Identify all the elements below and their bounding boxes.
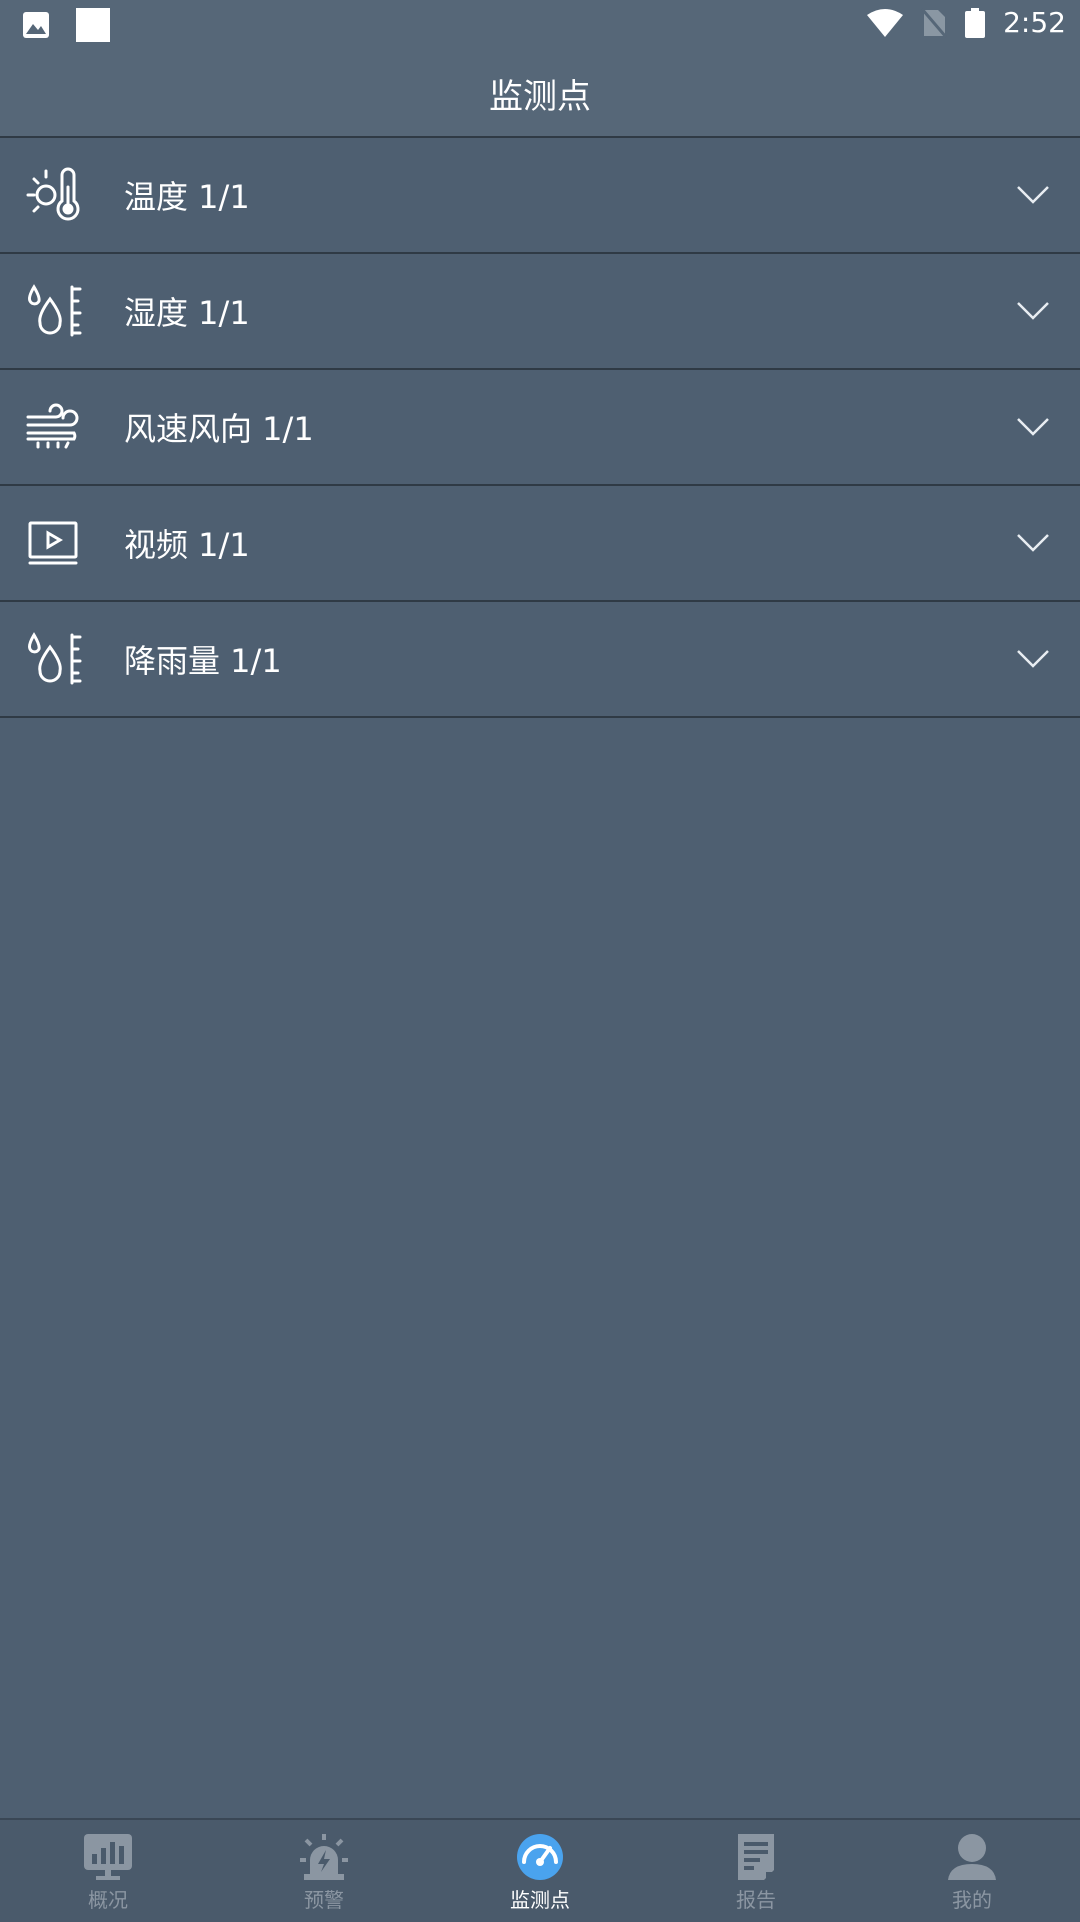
- humidity-icon: [28, 284, 82, 337]
- list-item-label: 温度 1/1: [124, 178, 250, 216]
- chevron-down-icon[interactable]: [1016, 533, 1050, 553]
- chevron-down-icon[interactable]: [1016, 301, 1050, 321]
- tab-label: 监测点: [510, 1888, 570, 1912]
- list-item-humidity[interactable]: 湿度 1/1: [0, 254, 1080, 370]
- page-title: 监测点: [489, 76, 591, 117]
- gauge-icon: [517, 1834, 563, 1880]
- square-notification-icon: [76, 8, 110, 42]
- wifi-icon: [867, 8, 904, 37]
- list-item-label: 风速风向 1/1: [124, 410, 314, 448]
- user-icon: [948, 1834, 996, 1880]
- list-item-label: 降雨量 1/1: [124, 642, 282, 680]
- tab-mine[interactable]: 我的: [864, 1820, 1080, 1922]
- list-item-label: 视频 1/1: [124, 526, 250, 564]
- bottom-nav: 概况 预警 监测点 报告 我的: [0, 1818, 1080, 1922]
- chevron-down-icon[interactable]: [1016, 649, 1050, 669]
- chevron-down-icon[interactable]: [1016, 185, 1050, 205]
- tab-label: 概况: [88, 1888, 128, 1912]
- list-item-rainfall[interactable]: 降雨量 1/1: [0, 602, 1080, 718]
- list-item-label: 湿度 1/1: [124, 294, 250, 332]
- thermometer-sun-icon: [26, 167, 80, 221]
- tab-monitor-points[interactable]: 监测点: [432, 1820, 648, 1922]
- chevron-down-icon[interactable]: [1016, 417, 1050, 437]
- overview-chart-icon: [84, 1834, 132, 1880]
- tab-report[interactable]: 报告: [648, 1820, 864, 1922]
- list-item-wind[interactable]: 风速风向 1/1: [0, 370, 1080, 486]
- image-icon: [23, 12, 49, 38]
- report-icon: [738, 1834, 774, 1880]
- list-item-video[interactable]: 视频 1/1: [0, 486, 1080, 602]
- alarm-siren-icon: [300, 1834, 348, 1880]
- app-bar: 监测点: [0, 50, 1080, 138]
- tab-overview[interactable]: 概况: [0, 1820, 216, 1922]
- video-icon: [28, 521, 78, 565]
- list-item-temperature[interactable]: 温度 1/1: [0, 138, 1080, 254]
- tab-label: 预警: [304, 1888, 344, 1912]
- battery-icon: [965, 7, 986, 38]
- tab-alert[interactable]: 预警: [216, 1820, 432, 1922]
- monitor-list: 温度 1/1 湿度 1/1 风速风向 1/1 视频 1/1 降雨量 1/1: [0, 138, 1080, 718]
- status-time: 2:52: [1003, 6, 1066, 39]
- tab-label: 报告: [736, 1888, 776, 1912]
- wind-icon: [26, 403, 79, 449]
- rainfall-icon: [28, 632, 82, 685]
- status-bar: 2:52: [0, 0, 1080, 50]
- no-sim-icon: [921, 7, 948, 38]
- tab-label: 我的: [952, 1888, 992, 1912]
